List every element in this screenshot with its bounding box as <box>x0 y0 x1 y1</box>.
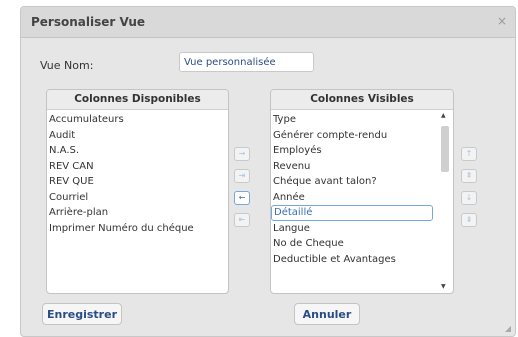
list-item[interactable]: Employés <box>271 143 436 159</box>
list-item[interactable]: Type <box>271 112 436 128</box>
list-item[interactable]: Détaillé <box>271 205 433 221</box>
list-item[interactable]: Langue <box>271 221 436 237</box>
customize-view-dialog: Personaliser Vue × Vue Nom: Colonnes Dis… <box>20 6 516 337</box>
move-to-top-button[interactable]: ⇞ <box>461 169 477 183</box>
visible-columns-header: Colonnes Visibles <box>271 90 453 110</box>
save-button[interactable]: Enregistrer <box>42 303 122 325</box>
list-item[interactable]: REV CAN <box>47 159 228 175</box>
available-columns-panel: Colonnes Disponibles Accumulateurs Audit N… <box>46 89 229 294</box>
list-item[interactable]: No de Cheque <box>271 236 436 252</box>
scroll-thumb[interactable] <box>441 126 449 172</box>
list-item[interactable]: Audit <box>47 128 228 144</box>
list-item[interactable]: N.A.S. <box>47 143 228 159</box>
close-icon[interactable]: × <box>497 14 507 28</box>
move-right-button[interactable]: → <box>234 147 250 161</box>
move-down-button[interactable]: ↓ <box>461 191 477 205</box>
move-to-bottom-button[interactable]: ⇟ <box>461 213 477 227</box>
available-columns-header: Colonnes Disponibles <box>47 90 228 110</box>
list-item[interactable]: Arrière-plan <box>47 205 228 221</box>
visible-columns-panel: Colonnes Visibles Type Générer compte-ren… <box>270 89 454 294</box>
move-up-button[interactable]: ↑ <box>461 147 477 161</box>
list-item[interactable]: Accumulateurs <box>47 112 228 128</box>
list-item[interactable]: Imprimer Numéro du chéque <box>47 221 228 237</box>
resize-handle-icon[interactable]: ◢ <box>505 324 511 333</box>
list-item[interactable]: Deductible et Avantages <box>271 252 436 268</box>
list-item[interactable]: Courriel <box>47 190 228 206</box>
cancel-button[interactable]: Annuler <box>294 303 360 325</box>
move-all-left-button[interactable]: ⇤ <box>234 213 250 227</box>
available-columns-list[interactable]: Accumulateurs Audit N.A.S. REV CAN REV QUE Co… <box>47 110 228 236</box>
view-name-label: Vue Nom: <box>40 59 94 72</box>
scroll-up-arrow-icon[interactable]: ▲ <box>441 112 446 119</box>
visible-list-scrollbar[interactable]: ▲ ▼ <box>440 112 450 290</box>
list-item[interactable]: REV QUE <box>47 174 228 190</box>
dialog-title: Personaliser Vue <box>31 15 146 29</box>
move-left-button[interactable]: ← <box>234 191 250 205</box>
move-all-right-button[interactable]: ⇥ <box>234 169 250 183</box>
list-item[interactable]: Chéque avant talon? <box>271 174 436 190</box>
list-item[interactable]: Année <box>271 190 436 206</box>
dialog-titlebar[interactable]: Personaliser Vue × <box>21 7 515 38</box>
list-item[interactable]: Générer compte-rendu <box>271 128 436 144</box>
list-item[interactable]: Revenu <box>271 159 436 175</box>
scroll-down-arrow-icon[interactable]: ▼ <box>441 283 446 290</box>
view-name-input[interactable] <box>179 52 314 72</box>
visible-columns-list[interactable]: Type Générer compte-rendu Employés Revenu Ch… <box>271 110 436 267</box>
